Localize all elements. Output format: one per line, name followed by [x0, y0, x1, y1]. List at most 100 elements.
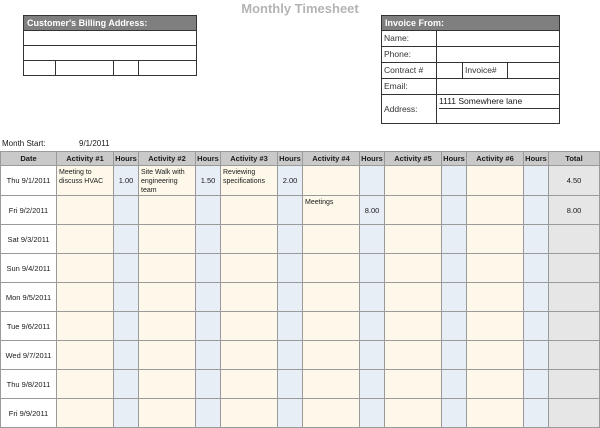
- hours-cell[interactable]: [113, 282, 139, 312]
- hours-cell[interactable]: [277, 282, 303, 312]
- hours-cell[interactable]: [277, 224, 303, 254]
- activity-cell[interactable]: [56, 282, 114, 312]
- activity-cell[interactable]: [302, 165, 360, 196]
- invoice-number-field[interactable]: [507, 63, 559, 78]
- hours-cell[interactable]: [195, 282, 221, 312]
- invoice-name-field[interactable]: [437, 31, 559, 46]
- hours-cell[interactable]: [359, 253, 385, 283]
- activity-cell[interactable]: [220, 282, 278, 312]
- billing-address-cell[interactable]: [56, 61, 114, 75]
- hours-cell[interactable]: [441, 311, 467, 341]
- invoice-email-field[interactable]: [437, 79, 559, 94]
- activity-cell[interactable]: [220, 195, 278, 225]
- billing-address-cell[interactable]: [24, 61, 56, 75]
- hours-cell[interactable]: [359, 398, 385, 428]
- activity-cell[interactable]: [220, 253, 278, 283]
- billing-address-cell[interactable]: [139, 61, 196, 75]
- activity-cell[interactable]: [56, 224, 114, 254]
- hours-cell[interactable]: [441, 253, 467, 283]
- hours-cell[interactable]: 2.00: [277, 165, 303, 196]
- hours-cell[interactable]: [277, 311, 303, 341]
- activity-cell[interactable]: [56, 311, 114, 341]
- activity-cell[interactable]: Meeting to discuss HVAC: [56, 165, 114, 196]
- hours-cell[interactable]: [113, 195, 139, 225]
- hours-cell[interactable]: [113, 369, 139, 399]
- activity-cell[interactable]: [384, 340, 442, 370]
- hours-cell[interactable]: [195, 195, 221, 225]
- hours-cell[interactable]: [277, 369, 303, 399]
- activity-cell[interactable]: [466, 195, 524, 225]
- invoice-address-field[interactable]: 1111 Somewhere lane: [439, 95, 559, 108]
- hours-cell[interactable]: [359, 165, 385, 196]
- hours-cell[interactable]: [441, 398, 467, 428]
- hours-cell[interactable]: [195, 311, 221, 341]
- activity-cell[interactable]: [302, 311, 360, 341]
- activity-cell[interactable]: Site Walk with engineering team: [138, 165, 196, 196]
- hours-cell[interactable]: [113, 398, 139, 428]
- hours-cell[interactable]: [359, 311, 385, 341]
- hours-cell[interactable]: [113, 311, 139, 341]
- hours-cell[interactable]: 1.00: [113, 165, 139, 196]
- activity-cell[interactable]: [302, 224, 360, 254]
- hours-cell[interactable]: [441, 369, 467, 399]
- activity-cell[interactable]: [220, 340, 278, 370]
- activity-cell[interactable]: [56, 369, 114, 399]
- activity-cell[interactable]: [138, 282, 196, 312]
- activity-cell[interactable]: [466, 369, 524, 399]
- activity-cell[interactable]: [384, 311, 442, 341]
- hours-cell[interactable]: [277, 398, 303, 428]
- activity-cell[interactable]: [466, 311, 524, 341]
- activity-cell[interactable]: [466, 224, 524, 254]
- activity-cell[interactable]: [138, 253, 196, 283]
- hours-cell[interactable]: [523, 340, 549, 370]
- activity-cell[interactable]: [302, 398, 360, 428]
- activity-cell[interactable]: [220, 311, 278, 341]
- activity-cell[interactable]: [466, 282, 524, 312]
- hours-cell[interactable]: [359, 369, 385, 399]
- activity-cell[interactable]: [384, 165, 442, 196]
- hours-cell[interactable]: [523, 224, 549, 254]
- hours-cell[interactable]: [523, 195, 549, 225]
- hours-cell[interactable]: 8.00: [359, 195, 385, 225]
- activity-cell[interactable]: [56, 398, 114, 428]
- activity-cell[interactable]: [138, 224, 196, 254]
- hours-cell[interactable]: [441, 165, 467, 196]
- hours-cell[interactable]: [441, 224, 467, 254]
- hours-cell[interactable]: [359, 340, 385, 370]
- hours-cell[interactable]: 1.50: [195, 165, 221, 196]
- activity-cell[interactable]: [466, 253, 524, 283]
- activity-cell[interactable]: [220, 398, 278, 428]
- invoice-contract-field[interactable]: [437, 63, 463, 78]
- hours-cell[interactable]: [359, 282, 385, 312]
- hours-cell[interactable]: [113, 253, 139, 283]
- hours-cell[interactable]: [523, 311, 549, 341]
- billing-address-cell[interactable]: [114, 61, 139, 75]
- activity-cell[interactable]: [138, 398, 196, 428]
- hours-cell[interactable]: [195, 224, 221, 254]
- activity-cell[interactable]: [384, 369, 442, 399]
- hours-cell[interactable]: [277, 195, 303, 225]
- billing-address-line-1[interactable]: [24, 30, 196, 45]
- hours-cell[interactable]: [195, 398, 221, 428]
- invoice-address-field-2[interactable]: [439, 108, 559, 123]
- hours-cell[interactable]: [277, 253, 303, 283]
- activity-cell[interactable]: [384, 224, 442, 254]
- activity-cell[interactable]: [220, 369, 278, 399]
- hours-cell[interactable]: [523, 369, 549, 399]
- hours-cell[interactable]: [195, 340, 221, 370]
- hours-cell[interactable]: [441, 340, 467, 370]
- activity-cell[interactable]: [384, 253, 442, 283]
- activity-cell[interactable]: [56, 340, 114, 370]
- activity-cell[interactable]: [220, 224, 278, 254]
- activity-cell[interactable]: Meetings: [302, 195, 360, 225]
- activity-cell[interactable]: [302, 253, 360, 283]
- hours-cell[interactable]: [441, 195, 467, 225]
- activity-cell[interactable]: [56, 195, 114, 225]
- hours-cell[interactable]: [195, 253, 221, 283]
- activity-cell[interactable]: [466, 398, 524, 428]
- hours-cell[interactable]: [523, 165, 549, 196]
- hours-cell[interactable]: [523, 282, 549, 312]
- activity-cell[interactable]: [302, 340, 360, 370]
- hours-cell[interactable]: [195, 369, 221, 399]
- activity-cell[interactable]: Reviewing specifications: [220, 165, 278, 196]
